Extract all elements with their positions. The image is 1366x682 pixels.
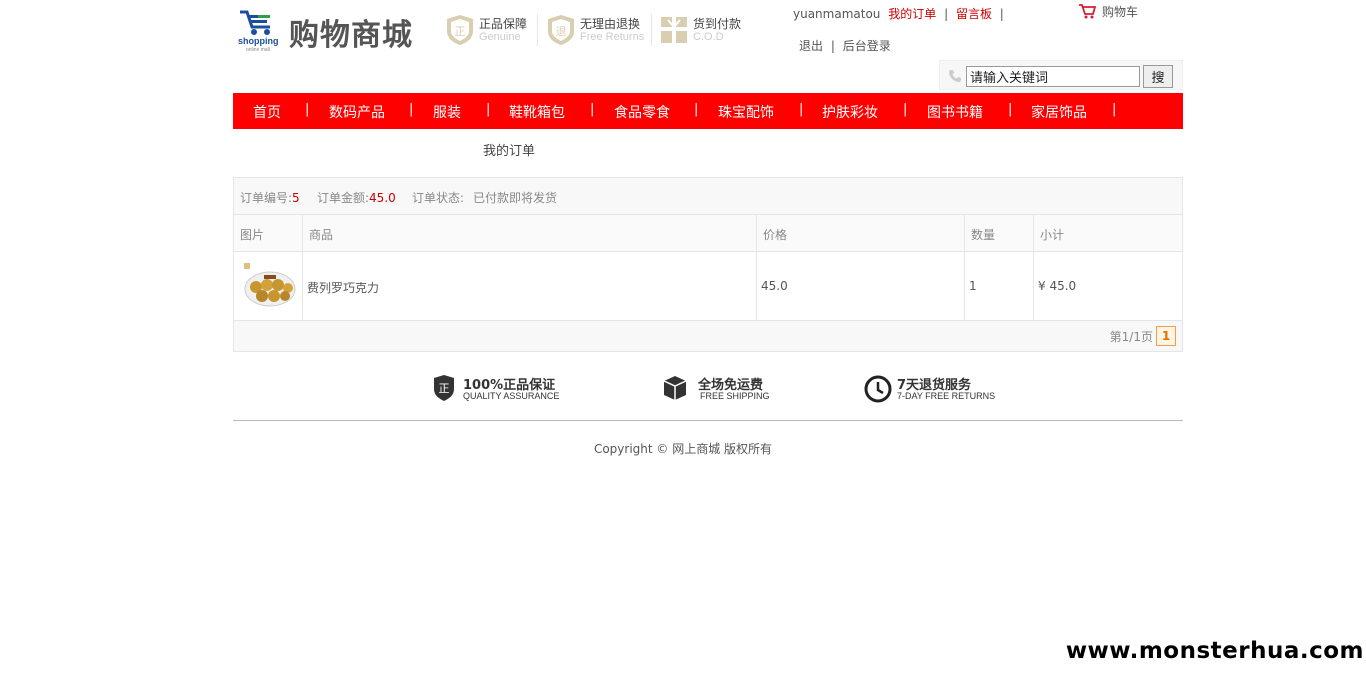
badge-genuine: 正 正品保障 Genuine (446, 12, 536, 48)
nav-separator: | (799, 102, 804, 117)
pagination: 第1/1页 1 (234, 321, 1182, 351)
service-subtitle: FREE SHIPPING (700, 391, 770, 401)
footer-divider (233, 420, 1183, 421)
shopping-cart-logo-icon (240, 10, 270, 35)
badge-title: 货到付款 (693, 17, 742, 31)
username: yuanmamatou (793, 7, 881, 21)
search-button[interactable]: 搜 (1143, 65, 1173, 88)
nav-separator: | (305, 102, 310, 117)
order-status: 订单状态: 已付款即将发货 (412, 191, 558, 205)
link-separator: | (944, 7, 949, 21)
nav-item-jewelry[interactable]: 珠宝配饰 (718, 102, 774, 122)
order-total-value: 45.0 (369, 191, 396, 205)
product-thumbnail[interactable] (242, 261, 296, 311)
nav-item-books[interactable]: 图书书籍 (927, 102, 983, 122)
logo-subtext: online mall (246, 47, 270, 53)
logo-text: shopping (238, 36, 279, 46)
service-returns: 7天退货服务 7-DAY FREE RETURNS (864, 374, 1014, 406)
product-image-cell (234, 252, 303, 321)
site-logo[interactable]: shopping online mall (238, 8, 288, 53)
watermark: www.monsterhua.com (1065, 638, 1364, 664)
account-links: 退出 | 后台登录 (799, 37, 891, 54)
nav-separator: | (409, 102, 414, 117)
main-nav: 首页 | 数码产品 | 服装 | 鞋靴箱包 | 食品零食 | 珠宝配饰 | 护肤… (233, 93, 1183, 129)
column-header-product: 商品 (303, 215, 757, 252)
my-orders-link[interactable]: 我的订单 (888, 7, 936, 21)
order-summary: 订单编号:5 订单金额:45.0 订单状态: 已付款即将发货 (234, 178, 1182, 215)
nav-item-shoes-bags[interactable]: 鞋靴箱包 (509, 102, 565, 122)
order-number: 订单编号:5 (240, 191, 300, 205)
badge-cod: 货到付款 C.O.D (660, 12, 750, 48)
badge-free-returns: 退 无理由退换 Free Returns (547, 12, 647, 48)
cart-icon (1079, 4, 1097, 19)
clock-icon (864, 375, 892, 403)
nav-separator: | (694, 102, 699, 117)
product-quantity: 1 (965, 252, 1034, 321)
nav-separator: | (1112, 102, 1117, 117)
link-separator: | (999, 7, 1004, 21)
column-header-quantity: 数量 (965, 215, 1034, 252)
service-quality: 正 100%正品保证 QUALITY ASSURANCE (433, 374, 583, 406)
nav-separator: | (903, 102, 908, 117)
cube-box-icon (663, 376, 687, 400)
message-board-link[interactable]: 留言板 (956, 7, 992, 21)
logout-link[interactable]: 退出 (799, 39, 823, 53)
badge-subtitle: Genuine (479, 31, 521, 43)
shield-return-icon: 退 (548, 15, 574, 45)
service-subtitle: 7-DAY FREE RETURNS (897, 391, 996, 401)
user-links: yuanmamatou 我的订单 | 留言板 | (793, 5, 1008, 22)
svg-text:正: 正 (439, 382, 450, 395)
site-name[interactable]: 购物商城 (289, 10, 413, 54)
badge-title: 正品保障 (479, 17, 528, 31)
page-title: 我的订单 (483, 144, 536, 159)
shield-zheng-icon: 正 (447, 15, 473, 45)
service-subtitle: QUALITY ASSURANCE (463, 391, 560, 401)
page-info: 第1/1页 (1109, 330, 1153, 344)
column-header-price: 价格 (757, 215, 965, 252)
nav-separator: | (1008, 102, 1013, 117)
svg-text:退: 退 (556, 25, 567, 38)
service-shipping: 全场免运费 FREE SHIPPING (662, 374, 792, 406)
search-input[interactable] (966, 66, 1140, 87)
product-name[interactable]: 费列罗巧克力 (303, 252, 757, 321)
admin-login-link[interactable]: 后台登录 (843, 39, 891, 53)
cart-link[interactable]: 购物车 (1078, 3, 1138, 20)
order-panel: 订单编号:5 订单金额:45.0 订单状态: 已付款即将发货 图片 商品 价格 数… (233, 177, 1183, 352)
order-status-value: 已付款即将发货 (473, 191, 558, 205)
product-subtotal: ¥ 45.0 (1038, 279, 1077, 293)
order-number-value: 5 (292, 191, 300, 205)
nav-separator: | (486, 102, 491, 117)
badge-subtitle: C.O.D (693, 31, 724, 43)
svg-text:正: 正 (455, 25, 466, 38)
phone-icon (949, 70, 961, 82)
badge-subtitle: Free Returns (580, 31, 645, 43)
nav-item-cosmetics[interactable]: 护肤彩妆 (822, 102, 878, 122)
link-separator: | (830, 39, 835, 53)
nav-item-digital[interactable]: 数码产品 (329, 102, 385, 122)
nav-item-home-decor[interactable]: 家居饰品 (1031, 102, 1087, 122)
table-header: 图片 商品 价格 数量 小计 (234, 215, 1182, 252)
badge-divider (651, 14, 652, 46)
nav-separator: | (590, 102, 595, 117)
column-header-image: 图片 (234, 215, 303, 252)
product-price: 45.0 (757, 252, 965, 321)
copyright: Copyright © 网上商城 版权所有 (593, 442, 773, 456)
page-button-current[interactable]: 1 (1156, 326, 1176, 346)
search-bar: 搜 (939, 60, 1183, 90)
nav-item-food[interactable]: 食品零食 (614, 102, 670, 122)
nav-item-home[interactable]: 首页 (253, 102, 281, 122)
order-total: 订单金额:45.0 (317, 191, 396, 205)
badge-title: 无理由退换 (580, 17, 641, 31)
gift-box-icon (661, 17, 687, 43)
column-header-subtotal: 小计 (1040, 228, 1065, 242)
nav-item-clothing[interactable]: 服装 (433, 102, 461, 122)
cart-label: 购物车 (1102, 5, 1139, 19)
shield-zheng-icon: 正 (434, 375, 454, 401)
table-row: 费列罗巧克力 45.0 1 ¥ 45.0 (234, 252, 1182, 321)
badge-divider (537, 14, 538, 46)
